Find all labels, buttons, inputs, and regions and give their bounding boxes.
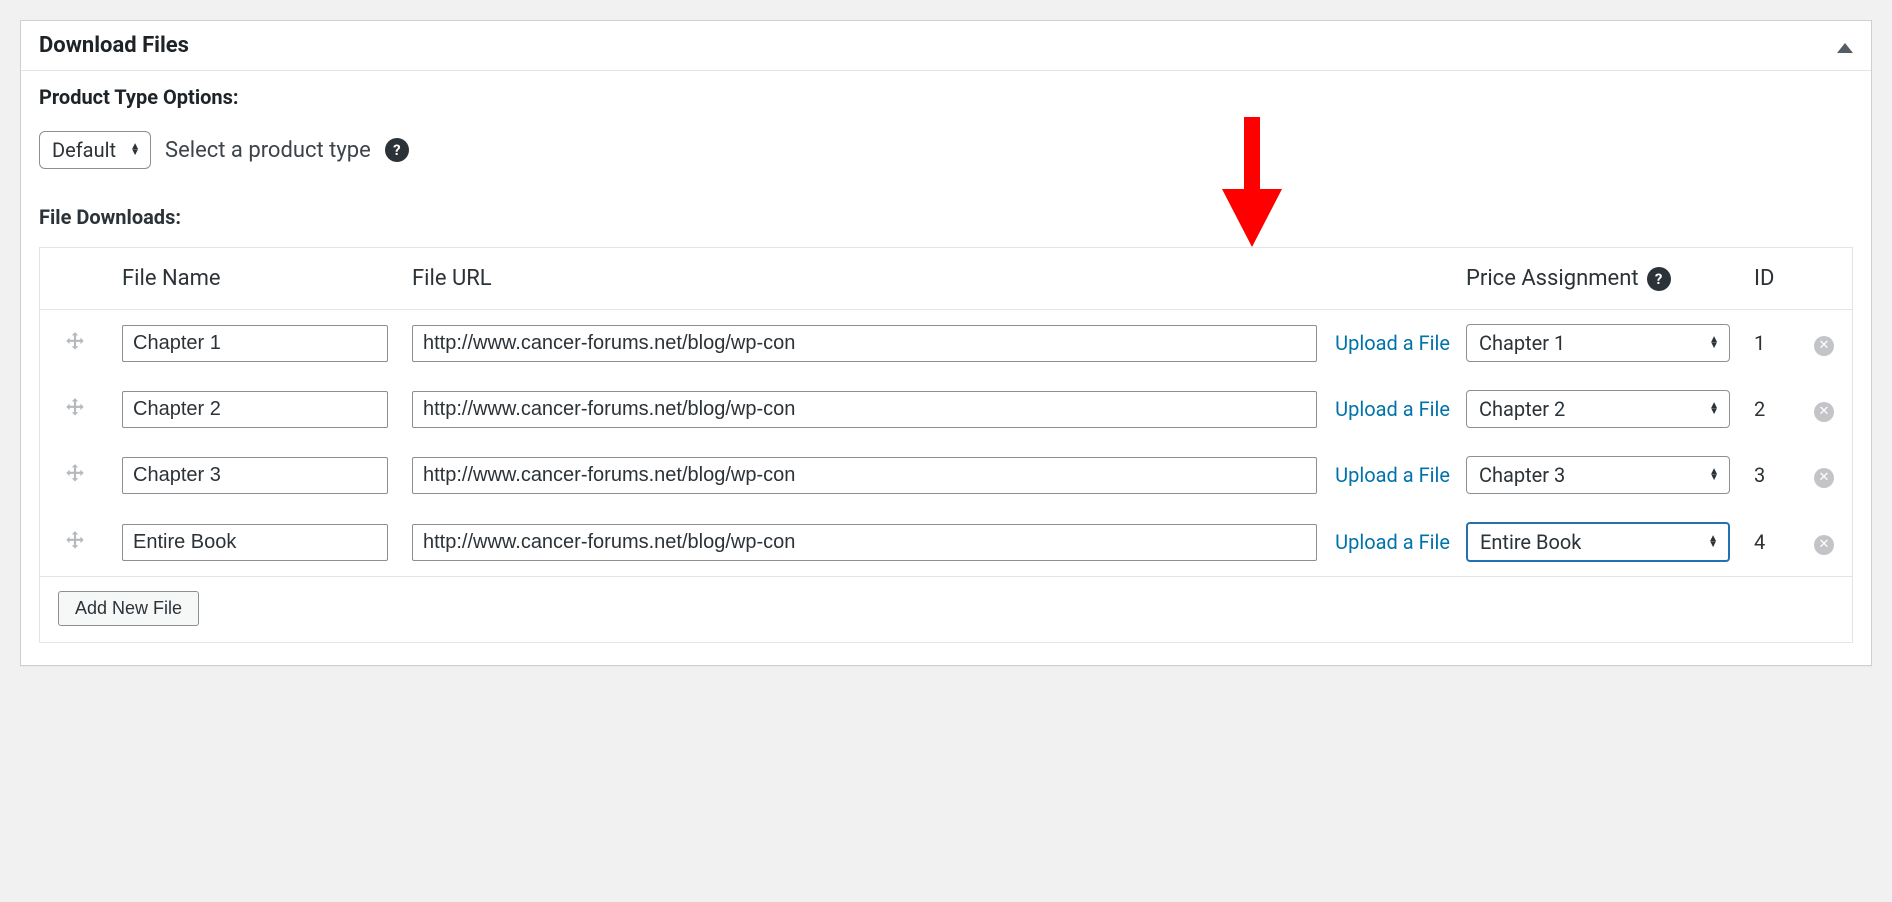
file-url-input[interactable] <box>412 457 1317 494</box>
product-type-select-value: Default <box>52 138 116 162</box>
price-assignment-select[interactable]: Chapter 1 ▲▼ <box>1466 324 1730 362</box>
file-name-input[interactable] <box>122 457 388 494</box>
file-url-input[interactable] <box>412 325 1317 362</box>
upload-file-link[interactable]: Upload a File <box>1335 397 1450 421</box>
table-row: Upload a File Chapter 3 ▲▼ 3 ✕ <box>40 442 1852 508</box>
download-files-panel: Download Files Product Type Options: Def… <box>20 20 1872 666</box>
col-file-url-header: File URL <box>400 248 1462 310</box>
select-sort-icon: ▲▼ <box>1708 536 1718 548</box>
downloads-table-wrap: File Name File URL Price Assignment ? ID… <box>39 247 1853 643</box>
price-assignment-value: Chapter 3 <box>1479 463 1565 487</box>
file-name-input[interactable] <box>122 391 388 428</box>
panel-body: Product Type Options: Default ▲▼ Select … <box>21 71 1871 665</box>
file-id-value: 1 <box>1754 331 1765 355</box>
help-icon[interactable]: ? <box>385 138 409 162</box>
file-id-value: 2 <box>1754 397 1765 421</box>
table-row: Upload a File Chapter 2 ▲▼ 2 ✕ <box>40 376 1852 442</box>
file-downloads-label: File Downloads: <box>39 205 1853 229</box>
file-url-input[interactable] <box>412 524 1317 561</box>
file-name-input[interactable] <box>122 325 388 362</box>
price-assignment-select[interactable]: Entire Book ▲▼ <box>1466 522 1730 562</box>
drag-handle-icon[interactable] <box>52 330 98 356</box>
drag-handle-icon[interactable] <box>52 462 98 488</box>
table-header-row: File Name File URL Price Assignment ? ID <box>40 248 1852 310</box>
add-new-file-button[interactable]: Add New File <box>58 591 199 626</box>
drag-handle-icon[interactable] <box>52 529 98 555</box>
file-id-value: 3 <box>1754 463 1765 487</box>
price-assignment-value: Entire Book <box>1480 530 1581 554</box>
remove-row-button[interactable]: ✕ <box>1814 468 1834 488</box>
col-id-header: ID <box>1742 248 1802 310</box>
collapse-toggle-icon[interactable] <box>1837 34 1853 58</box>
select-sort-icon: ▲▼ <box>1709 337 1719 349</box>
col-file-name-header: File Name <box>110 248 400 310</box>
product-type-select[interactable]: Default ▲▼ <box>39 131 151 169</box>
downloads-table: File Name File URL Price Assignment ? ID… <box>39 247 1853 643</box>
col-remove-header <box>1802 248 1852 310</box>
price-assignment-value: Chapter 2 <box>1479 397 1565 421</box>
help-icon[interactable]: ? <box>1647 267 1671 291</box>
product-type-helper: Select a product type <box>165 138 371 163</box>
table-row: Upload a File Chapter 1 ▲▼ 1 ✕ <box>40 310 1852 376</box>
file-name-input[interactable] <box>122 524 388 561</box>
file-url-input[interactable] <box>412 391 1317 428</box>
select-sort-icon: ▲▼ <box>1709 469 1719 481</box>
price-assignment-select[interactable]: Chapter 2 ▲▼ <box>1466 390 1730 428</box>
remove-row-button[interactable]: ✕ <box>1814 535 1834 555</box>
price-assignment-value: Chapter 1 <box>1479 331 1565 355</box>
product-type-label: Product Type Options: <box>39 85 1853 109</box>
remove-row-button[interactable]: ✕ <box>1814 402 1834 422</box>
panel-title: Download Files <box>39 33 189 58</box>
file-id-value: 4 <box>1754 530 1765 554</box>
remove-row-button[interactable]: ✕ <box>1814 336 1834 356</box>
col-price-assignment-label: Price Assignment <box>1466 266 1639 291</box>
upload-file-link[interactable]: Upload a File <box>1335 331 1450 355</box>
col-handle-header <box>40 248 110 310</box>
select-sort-icon: ▲▼ <box>130 144 140 156</box>
upload-file-link[interactable]: Upload a File <box>1335 463 1450 487</box>
select-sort-icon: ▲▼ <box>1709 403 1719 415</box>
panel-header: Download Files <box>21 21 1871 71</box>
table-row: Upload a File Entire Book ▲▼ 4 ✕ <box>40 508 1852 576</box>
price-assignment-select[interactable]: Chapter 3 ▲▼ <box>1466 456 1730 494</box>
col-price-assignment-header: Price Assignment ? <box>1462 248 1742 310</box>
product-type-row: Default ▲▼ Select a product type ? <box>39 131 1853 169</box>
upload-file-link[interactable]: Upload a File <box>1335 530 1450 554</box>
drag-handle-icon[interactable] <box>52 396 98 422</box>
